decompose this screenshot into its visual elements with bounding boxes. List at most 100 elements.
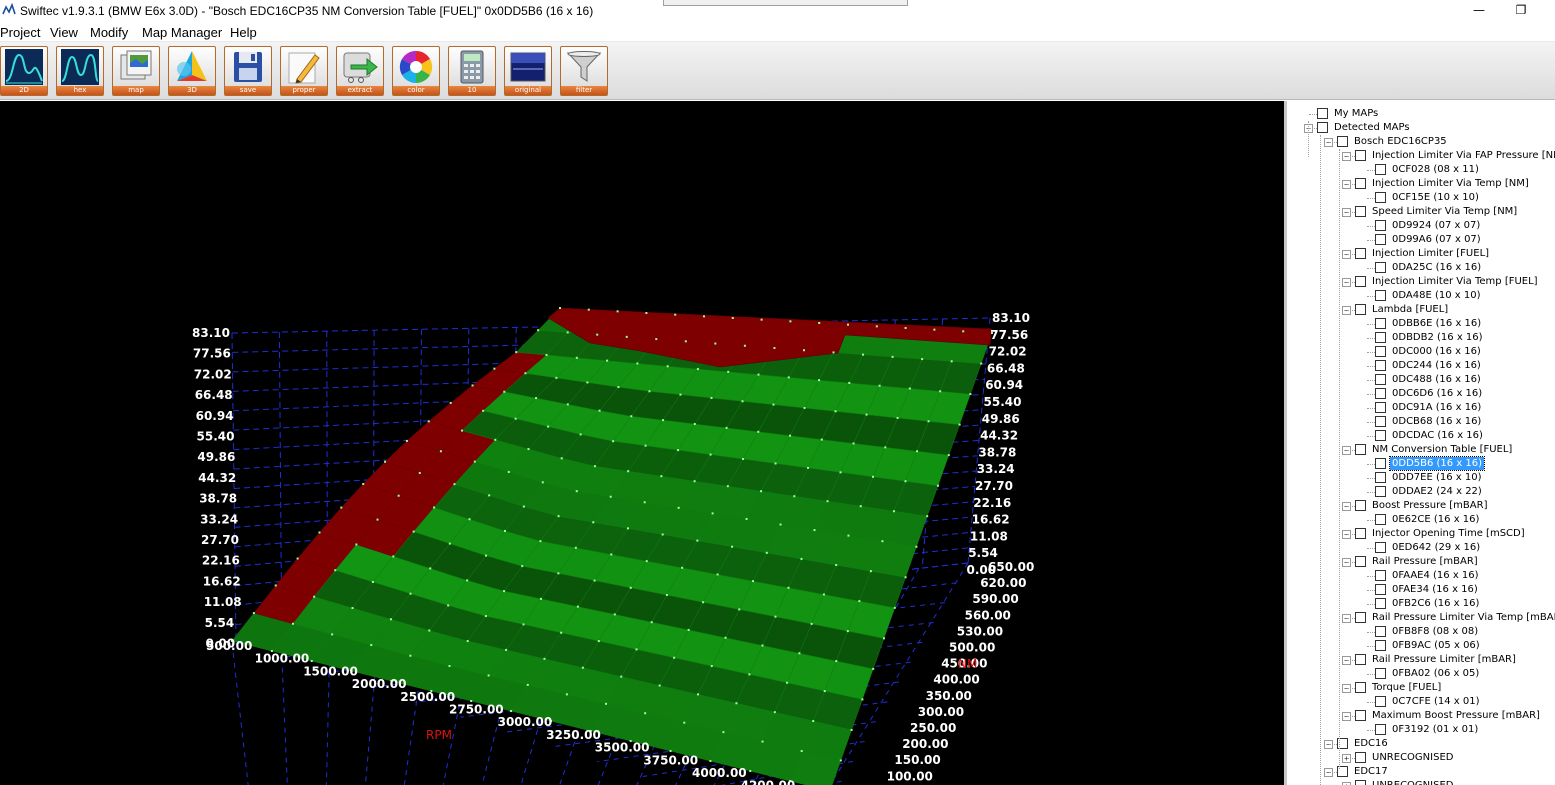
tree-checkbox[interactable] xyxy=(1375,430,1386,441)
tree-checkbox[interactable] xyxy=(1375,290,1386,301)
tree-item-label: Detected MAPs xyxy=(1334,122,1410,133)
tree-checkbox[interactable] xyxy=(1375,570,1386,581)
menu-map-manager[interactable]: Map Manager xyxy=(142,25,222,40)
toolbar-button-10[interactable]: 10 xyxy=(448,46,496,96)
surface-point xyxy=(893,606,896,609)
tree-checkbox[interactable] xyxy=(1355,206,1366,217)
tree-checkbox[interactable] xyxy=(1375,262,1386,273)
tree-checkbox[interactable] xyxy=(1355,178,1366,189)
surface-point xyxy=(453,483,456,486)
tree-checkbox[interactable] xyxy=(1355,248,1366,259)
tree-checkbox[interactable] xyxy=(1355,304,1366,315)
tree-checkbox[interactable] xyxy=(1375,192,1386,203)
tree-checkbox[interactable] xyxy=(1317,108,1328,119)
tree-checkbox[interactable] xyxy=(1375,164,1386,175)
toolbar-button-color[interactable]: color xyxy=(392,46,440,96)
tree-checkbox[interactable] xyxy=(1355,780,1366,785)
tree-connector xyxy=(1367,632,1375,633)
minimize-button[interactable]: — xyxy=(1456,0,1502,22)
tree-checkbox[interactable] xyxy=(1337,136,1348,147)
map-3d-view[interactable]: 83.10 77.56 72.02 66.48 60.94 55.40 49.86 44.32… xyxy=(0,101,1284,785)
tree-checkbox[interactable] xyxy=(1375,598,1386,609)
menu-view[interactable]: View xyxy=(50,25,78,40)
surface-point xyxy=(760,318,763,321)
surface-point xyxy=(466,640,469,643)
funnel-icon xyxy=(566,51,602,82)
tree-checkbox[interactable] xyxy=(1375,220,1386,231)
tree-checkbox[interactable] xyxy=(1375,486,1386,497)
surface-point xyxy=(448,542,451,545)
tree-checkbox[interactable] xyxy=(1355,710,1366,721)
menu-project[interactable]: Project xyxy=(0,25,40,40)
menu-help[interactable]: Help xyxy=(230,25,257,40)
surface-point xyxy=(835,660,838,663)
tree-checkbox[interactable] xyxy=(1375,332,1386,343)
tree-checkbox[interactable] xyxy=(1355,528,1366,539)
tree-checkbox[interactable] xyxy=(1317,122,1328,133)
tree-item-label: 0DC244 (16 x 16) xyxy=(1392,360,1481,371)
tree-checkbox[interactable] xyxy=(1355,556,1366,567)
tree-checkbox[interactable] xyxy=(1375,360,1386,371)
toolbar-button-proper[interactable]: proper xyxy=(280,46,328,96)
tree-checkbox[interactable] xyxy=(1375,584,1386,595)
surface-point xyxy=(757,430,760,433)
surface-point xyxy=(950,360,953,363)
title-bar: Swiftec v1.9.3.1 (BMW E6x 3.0D) - "Bosch… xyxy=(0,0,1555,22)
tree-checkbox[interactable] xyxy=(1375,346,1386,357)
surface-3d-chart[interactable]: 83.10 77.56 72.02 66.48 60.94 55.40 49.86 44.32… xyxy=(0,101,1284,785)
menu-modify[interactable]: Modify xyxy=(90,25,128,40)
tree-checkbox[interactable] xyxy=(1375,472,1386,483)
tree-item-label: 0DA25C (16 x 16) xyxy=(1392,262,1482,273)
toolbar-button-hex[interactable]: hex xyxy=(56,46,104,96)
toolbar-button-save[interactable]: save xyxy=(224,46,272,96)
tree-checkbox[interactable] xyxy=(1355,500,1366,511)
z-tick-label-left: 22.16 xyxy=(202,554,240,568)
surface-point xyxy=(547,425,550,428)
z-tick-label-right: 16.62 xyxy=(972,513,1010,527)
surface-point xyxy=(662,419,665,422)
tree-checkbox[interactable] xyxy=(1355,654,1366,665)
tree-checkbox[interactable] xyxy=(1375,668,1386,679)
tree-checkbox[interactable] xyxy=(1355,150,1366,161)
surface-point xyxy=(468,518,471,521)
tree-checkbox[interactable] xyxy=(1375,402,1386,413)
surface-point xyxy=(813,529,816,532)
tree-checkbox[interactable] xyxy=(1375,514,1386,525)
surface-point xyxy=(666,365,669,368)
tree-checkbox[interactable] xyxy=(1375,318,1386,329)
tree-checkbox[interactable] xyxy=(1375,374,1386,385)
toolbar-button-2d[interactable]: 2D xyxy=(0,46,48,96)
tree-checkbox[interactable] xyxy=(1375,724,1386,735)
tree-checkbox[interactable] xyxy=(1355,276,1366,287)
toolbar-button-filter[interactable]: filter xyxy=(560,46,608,96)
tree-item-label: UNRECOGNISED xyxy=(1370,779,1455,785)
tree-checkbox[interactable] xyxy=(1355,612,1366,623)
tree-checkbox[interactable] xyxy=(1375,640,1386,651)
toolbar-button-extract[interactable]: extract xyxy=(336,46,384,96)
toolbar-button-map[interactable]: map xyxy=(112,46,160,96)
tree-checkbox[interactable] xyxy=(1375,696,1386,707)
pencil-icon xyxy=(288,52,320,84)
surface-point xyxy=(560,457,563,460)
toolbar-button-3d[interactable]: 3D xyxy=(168,46,216,96)
tree-checkbox[interactable] xyxy=(1375,542,1386,553)
tree-checkbox[interactable] xyxy=(1355,682,1366,693)
tree-checkbox[interactable] xyxy=(1355,444,1366,455)
toolbar-button-original[interactable]: original xyxy=(504,46,552,96)
title-bar-dropdown[interactable] xyxy=(663,0,908,6)
map-tree-panel[interactable]: My MAPs Detected MAPs − Bosch EDC16CP35− Inj… xyxy=(1284,101,1555,785)
surface-point xyxy=(810,622,813,625)
tree-checkbox[interactable] xyxy=(1375,458,1386,469)
tree-checkbox[interactable] xyxy=(1375,234,1386,245)
tree-checkbox[interactable] xyxy=(1375,626,1386,637)
tree-item-label: Boost Pressure [mBAR] xyxy=(1372,500,1488,511)
surface-point xyxy=(820,438,823,441)
maximize-button[interactable]: ❐ xyxy=(1498,0,1544,22)
toolbar-label-color: color xyxy=(393,86,439,95)
tree-checkbox[interactable] xyxy=(1375,388,1386,399)
tree-checkbox[interactable] xyxy=(1355,752,1366,763)
nm-tick-label: 620.00 xyxy=(980,576,1026,590)
z-tick-label-right: 33.24 xyxy=(977,462,1015,476)
surface-point xyxy=(310,660,313,662)
tree-checkbox[interactable] xyxy=(1375,416,1386,427)
